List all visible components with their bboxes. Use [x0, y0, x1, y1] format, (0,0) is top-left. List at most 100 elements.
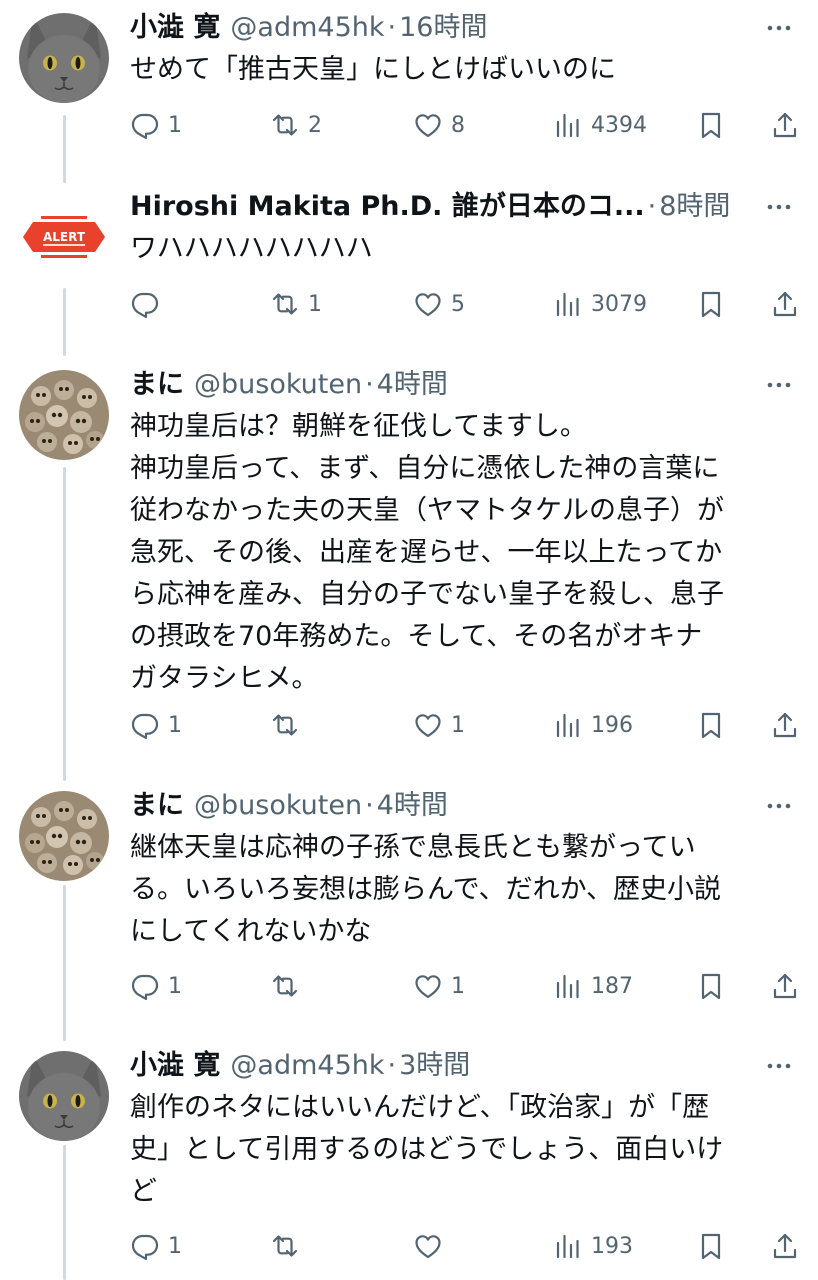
owls-photo-avatar-icon [19, 370, 109, 460]
bookmark-button[interactable] [696, 1226, 726, 1266]
more-options-icon[interactable] [762, 365, 796, 405]
timestamp[interactable]: 4時間 [377, 786, 448, 826]
like-count: 5 [451, 291, 465, 317]
bookmark-button[interactable] [696, 284, 726, 324]
avatar[interactable] [19, 370, 109, 460]
share-icon [770, 710, 800, 740]
timestamp[interactable]: 3時間 [399, 1046, 470, 1086]
tweet[interactable]: ALERT Hiroshi Makita Ph.D. 誰が日本のコ... · 8… [0, 187, 818, 347]
display-name[interactable]: 小澁 寛 [130, 1046, 220, 1086]
retweet-button[interactable]: 1 [270, 284, 322, 324]
user-handle[interactable]: @busokuten [194, 786, 362, 826]
reply-button[interactable]: 1 [130, 1226, 182, 1266]
separator: · [647, 191, 657, 222]
like-button[interactable]: 1 [413, 705, 465, 745]
views-button[interactable]: 4394 [553, 105, 647, 145]
timestamp[interactable]: 4時間 [377, 365, 448, 405]
views-button[interactable]: 193 [553, 1226, 633, 1266]
like-button[interactable]: 5 [413, 284, 465, 324]
views-button[interactable]: 187 [553, 966, 633, 1006]
user-handle[interactable]: @adm45hk [230, 8, 384, 48]
retweet-button[interactable] [270, 966, 308, 1006]
retweet-count: 1 [308, 291, 322, 317]
retweet-button[interactable] [270, 705, 308, 745]
heart-icon [413, 289, 443, 319]
user-handle[interactable]: @adm45hk [230, 1046, 384, 1086]
reply-button[interactable] [130, 284, 168, 324]
view-count: 193 [591, 1233, 633, 1259]
share-icon [770, 110, 800, 140]
views-chart-icon [553, 710, 583, 740]
display-name[interactable]: 小澁 寛 [130, 8, 220, 48]
retweet-icon [270, 710, 300, 740]
bookmark-icon [696, 110, 726, 140]
more-options-icon[interactable] [762, 1046, 796, 1086]
display-name[interactable]: Hiroshi Makita Ph.D. 誰が日本のコ... [130, 187, 645, 227]
bookmark-icon [696, 289, 726, 319]
reply-button[interactable]: 1 [130, 705, 182, 745]
tweet-text: 創作のネタにはいいんだけど、「政治家」が「歴 史」として引用するのはどうでしょう… [130, 1092, 724, 1207]
separator: · [365, 369, 374, 400]
bookmark-button[interactable] [696, 105, 726, 145]
avatar[interactable] [19, 1051, 109, 1141]
retweet-icon [270, 289, 300, 319]
gray-cat-avatar-icon [19, 1051, 109, 1141]
timestamp[interactable]: 8時間 [659, 187, 730, 227]
more-options-icon[interactable] [762, 8, 796, 48]
share-button[interactable] [770, 105, 800, 145]
bookmark-icon [696, 710, 726, 740]
retweet-button[interactable] [270, 1226, 308, 1266]
like-button[interactable]: 1 [413, 966, 465, 1006]
tweet[interactable]: まに @busokuten · 4時間 神功皇后は？朝鮮を征伐してますし。 神功… [0, 365, 818, 765]
tweet-header: 小澁 寛 @adm45hk · 16時間 [130, 8, 758, 48]
retweet-button[interactable]: 2 [270, 105, 322, 145]
heart-icon [413, 110, 443, 140]
more-options-icon[interactable] [762, 786, 796, 826]
share-button[interactable] [770, 284, 800, 324]
avatar[interactable] [19, 791, 109, 881]
like-button[interactable]: 8 [413, 105, 465, 145]
more-options-icon[interactable] [762, 187, 796, 227]
views-button[interactable]: 196 [553, 705, 633, 745]
views-chart-icon [553, 1231, 583, 1261]
avatar[interactable]: ALERT [19, 192, 109, 282]
tweet-text: ワハハハハハハハハ [130, 233, 373, 264]
share-button[interactable] [770, 966, 800, 1006]
like-button[interactable] [413, 1226, 451, 1266]
tweet[interactable]: 小澁 寛 @adm45hk · 16時間 せめて「推古天皇」にしとけばいいのに … [0, 8, 818, 168]
retweet-icon [270, 110, 300, 140]
tweet[interactable]: まに @busokuten · 4時間 継体天皇は応神の子孫で息長氏とも繋がって… [0, 786, 818, 1026]
display-name[interactable]: まに [130, 786, 184, 826]
tweet-header: Hiroshi Makita Ph.D. 誰が日本のコ... · 8時間 [130, 187, 758, 227]
avatar[interactable] [19, 13, 109, 103]
tweet-text: せめて「推古天皇」にしとけばいいのに [130, 54, 616, 85]
share-button[interactable] [770, 1226, 800, 1266]
share-button[interactable] [770, 705, 800, 745]
reply-icon [130, 710, 160, 740]
gray-cat-avatar-icon [19, 13, 109, 103]
view-count: 4394 [591, 112, 647, 138]
heart-icon [413, 710, 443, 740]
separator: · [387, 1050, 397, 1081]
tweet[interactable]: 小澁 寛 @adm45hk · 3時間 創作のネタにはいいんだけど、「政治家」が… [0, 1046, 818, 1280]
reply-icon [130, 110, 160, 140]
tweet-header: 小澁 寛 @adm45hk · 3時間 [130, 1046, 758, 1086]
view-count: 196 [591, 712, 633, 738]
like-count: 1 [451, 973, 465, 999]
like-count: 8 [451, 112, 465, 138]
timestamp[interactable]: 16時間 [399, 8, 487, 48]
bookmark-button[interactable] [696, 705, 726, 745]
owls-photo-avatar-icon [19, 791, 109, 881]
display-name[interactable]: まに [130, 365, 184, 405]
reply-icon [130, 289, 160, 319]
separator: · [365, 790, 374, 821]
reply-button[interactable]: 1 [130, 105, 182, 145]
reply-button[interactable]: 1 [130, 966, 182, 1006]
user-handle[interactable]: @busokuten [194, 365, 362, 405]
alert-logo-avatar-icon: ALERT [19, 192, 109, 282]
reply-count: 1 [168, 112, 182, 138]
tweet-text: 継体天皇は応神の子孫で息長氏とも繋がってい る。いろいろ妄想は膨らんで、だれか、… [130, 832, 722, 947]
view-count: 187 [591, 973, 633, 999]
bookmark-button[interactable] [696, 966, 726, 1006]
views-button[interactable]: 3079 [553, 284, 647, 324]
